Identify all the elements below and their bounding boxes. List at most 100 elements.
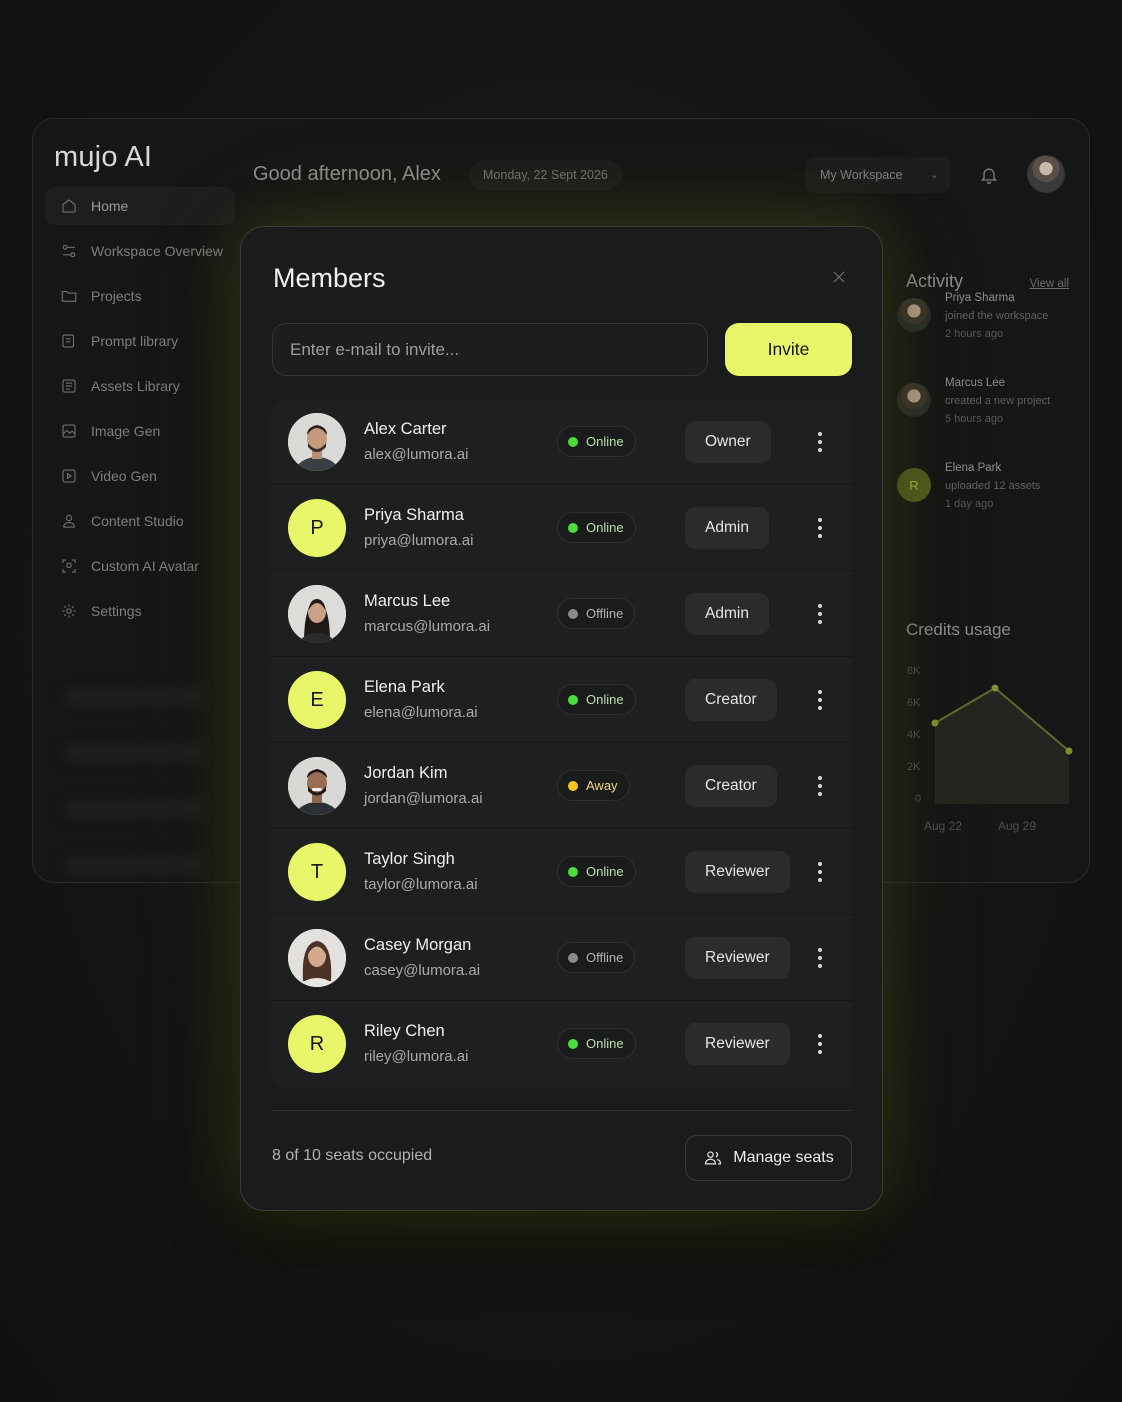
member-email: casey@lumora.ai (364, 962, 481, 979)
seats-count: 8 of 10 seats occupied (272, 1147, 433, 1164)
activity-time: 1 day ago (945, 498, 994, 510)
activity-item: Marcus Lee created a new project 5 hours… (893, 377, 1083, 462)
y-tick: 6K (907, 697, 921, 709)
sidebar-item-settings[interactable]: Settings (45, 592, 235, 630)
member-name: Elena Park (364, 678, 445, 696)
status-dot-icon (568, 1038, 578, 1049)
sidebar-item-projects[interactable]: Projects (45, 277, 235, 315)
member-email: jordan@lumora.ai (364, 790, 483, 807)
sidebar-item-label: Home (91, 198, 129, 214)
role-button[interactable]: Creator (685, 765, 777, 807)
notification-bell-icon[interactable] (969, 155, 1009, 195)
status-dot-icon (568, 952, 578, 963)
image-icon (59, 421, 79, 441)
member-email: riley@lumora.ai (364, 1048, 469, 1065)
member-row: Marcus Lee marcus@lumora.ai Offline Admin (271, 571, 852, 657)
more-options-icon[interactable] (807, 857, 833, 887)
data-point (931, 719, 939, 727)
role-button[interactable]: Creator (685, 679, 777, 721)
greeting: Good afternoon, Alex (253, 163, 441, 185)
role-button[interactable]: Admin (685, 593, 769, 635)
view-all-link[interactable]: View all (1030, 278, 1069, 290)
more-options-icon[interactable] (807, 685, 833, 715)
member-row: E Elena Park elena@lumora.ai Online Creator (271, 657, 852, 743)
sliders-icon (59, 241, 79, 261)
more-options-icon[interactable] (807, 599, 833, 629)
status-badge: Online (557, 856, 636, 887)
status-badge: Offline (557, 942, 636, 973)
activity-time: 2 hours ago (945, 328, 1004, 340)
role-button[interactable]: Owner (685, 421, 771, 463)
status-badge: Online (557, 1028, 636, 1059)
member-email: alex@lumora.ai (364, 446, 469, 463)
status-label: Away (586, 778, 618, 793)
sidebar-item-home[interactable]: Home (45, 187, 235, 225)
more-options-icon[interactable] (807, 943, 833, 973)
member-name: Casey Morgan (364, 936, 472, 954)
sidebar-item-assets-library[interactable]: Assets Library (45, 367, 235, 405)
credits-chart: 8K 6K 4K 2K 0 Aug 22 Aug 29 (907, 665, 1073, 833)
sidebar-item-label: Settings (91, 603, 142, 619)
manage-seats-button[interactable]: Manage seats (685, 1135, 852, 1181)
status-dot-icon (568, 436, 578, 447)
sidebar-item-image-gen[interactable]: Image Gen ⌄ (45, 412, 251, 450)
activity-name: Elena Park (945, 462, 1002, 474)
more-options-icon[interactable] (807, 513, 833, 543)
sidebar-item-label: Workspace Overview (91, 243, 224, 259)
activity-desc: uploaded 12 assets (945, 480, 1041, 492)
data-point (991, 684, 999, 692)
member-email: priya@lumora.ai (364, 532, 474, 549)
invite-button[interactable]: Invite (725, 323, 852, 376)
avatar (288, 757, 346, 815)
avatar (288, 413, 346, 471)
invite-email-input[interactable] (272, 323, 708, 376)
more-options-icon[interactable] (807, 771, 833, 801)
avatar: R (897, 468, 931, 502)
avatar: T (288, 843, 346, 901)
x-tick: Aug 29 (998, 819, 1036, 833)
member-row: Alex Carter alex@lumora.ai Online Owner (271, 399, 852, 485)
divider (271, 1110, 852, 1111)
sidebar-item-label: Video Gen (91, 468, 157, 484)
role-button[interactable]: Reviewer (685, 1023, 790, 1065)
activity-name: Marcus Lee (945, 377, 1006, 389)
status-label: Online (586, 692, 624, 707)
avatar[interactable] (1027, 155, 1065, 193)
role-button[interactable]: Reviewer (685, 851, 790, 893)
data-point (1065, 747, 1073, 755)
close-icon[interactable] (827, 265, 851, 289)
member-name: Priya Sharma (364, 506, 464, 524)
sidebar-item-label: Assets Library (91, 378, 180, 394)
sidebar-item-prompt-library[interactable]: Prompt library (45, 322, 235, 360)
role-button[interactable]: Admin (685, 507, 769, 549)
sidebar-item-label: Image Gen (91, 423, 161, 439)
status-badge: Offline (557, 598, 636, 629)
sidebar-item-label: Content Studio (91, 513, 184, 529)
face-scan-icon (59, 556, 79, 576)
users-icon (703, 1148, 723, 1168)
activity-title: Activity (906, 271, 964, 291)
sidebar: Home Workspace Overview Projects Prompt … (45, 187, 251, 637)
members-modal: Members Invite Alex Carter alex@lumora.ai… (240, 226, 883, 1211)
sidebar-item-workspace-overview[interactable]: Workspace Overview (45, 232, 235, 270)
avatar: E (288, 671, 346, 729)
status-badge: Online (557, 512, 636, 543)
more-options-icon[interactable] (807, 427, 833, 457)
sidebar-item-content-studio[interactable]: Content Studio ⌄ (45, 502, 251, 540)
area-fill (935, 688, 1069, 804)
book-icon (59, 331, 79, 351)
more-options-icon[interactable] (807, 1029, 833, 1059)
status-badge: Online (557, 426, 636, 457)
sidebar-item-video-gen[interactable]: Video Gen ⌄ (45, 457, 251, 495)
member-row: T Taylor Singh taylor@lumora.ai Online Revie… (271, 829, 852, 915)
manage-seats-label: Manage seats (733, 1149, 834, 1166)
status-label: Online (586, 434, 624, 449)
sidebar-item-custom-ai-avatar[interactable]: Custom AI Avatar (45, 547, 235, 585)
workspace-select[interactable]: My Workspace ⌄ (805, 157, 951, 193)
y-tick: 8K (907, 665, 921, 677)
folder-icon (59, 286, 79, 306)
role-button[interactable]: Reviewer (685, 937, 790, 979)
member-name: Marcus Lee (364, 592, 451, 610)
modal-title: Members (273, 263, 386, 293)
activity-panel: Activity View all Priya Sharma joined th… (893, 239, 1083, 547)
